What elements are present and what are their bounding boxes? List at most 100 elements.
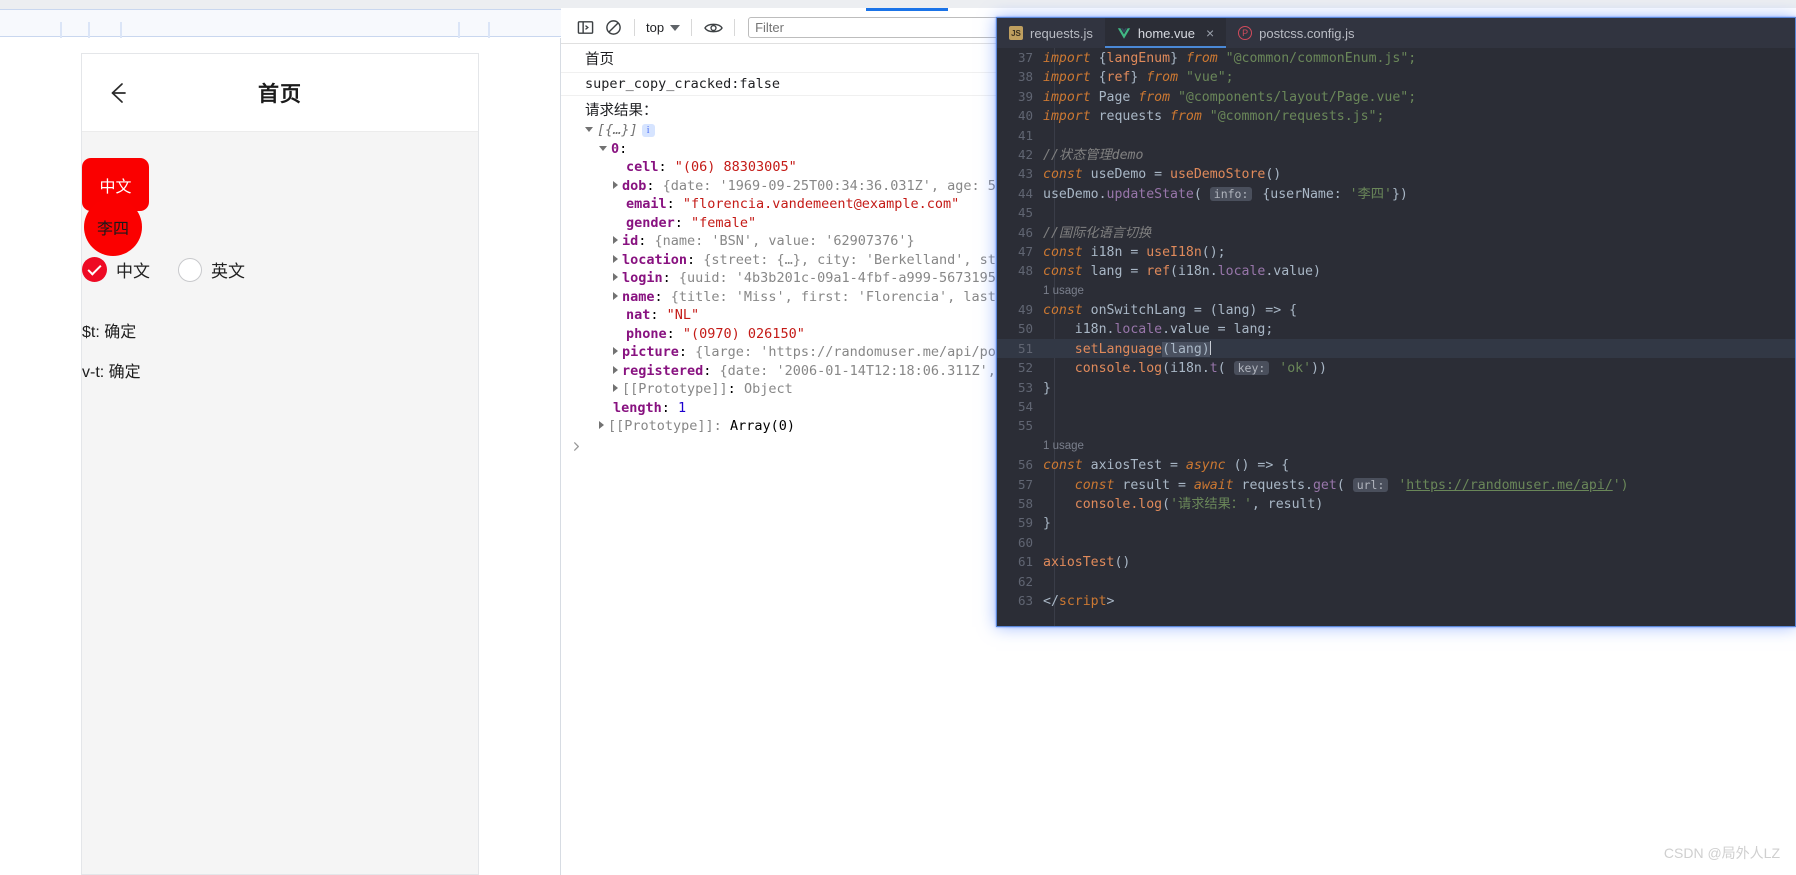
code-token: "@common/commonEnum.js"; [1225,51,1417,66]
line-number: 50 [1017,321,1033,337]
property-value: "(0970) 026150" [682,325,805,342]
triangle-collapsed-icon[interactable] [599,421,604,429]
property-value: {date: '2006-01-14T12:18:06.311Z', age [719,362,1029,379]
code-token: ref [1146,264,1171,280]
sidebar-toggle-icon[interactable] [571,14,599,42]
radio-option-english[interactable]: 英文 [178,257,245,282]
code-token: const [1043,303,1091,319]
screenshot-root: 首页 中文 李四 中文 英文 $t: 确定 v-t: 确定 top Filter… [0,0,1796,875]
arrow-left-icon[interactable] [104,79,132,107]
code-token: script [1058,593,1107,609]
array-index-label: 0 [611,140,620,157]
usage-hint[interactable]: 1 usage [1043,285,1084,297]
triangle-expanded-icon[interactable] [585,127,593,132]
code-token: result = [1122,477,1194,493]
code-line: 48 const lang = ref(i18n.locale.value) [997,261,1795,280]
root-prototype-key: [[Prototype]] [608,418,714,434]
text-caret [1209,340,1212,355]
context-selector[interactable]: top [642,20,684,35]
line-number: 57 [1017,476,1033,492]
code-token: "@common/requests.js"; [1209,109,1385,125]
translation-line-dollar-t: $t: 确定 [82,324,137,341]
devtools-active-tab-indicator [866,8,948,11]
property-value: "(06) 88303005" [674,159,797,175]
line-number: 53 [1017,379,1033,395]
triangle-collapsed-icon[interactable] [613,254,618,263]
code-line: 50 i18n.locale.value = lang; [997,319,1795,338]
line-number: 47 [1017,243,1033,259]
property-key: registered [622,362,704,379]
triangle-collapsed-icon[interactable] [613,347,618,355]
live-expression-icon[interactable] [699,14,727,42]
code-token: const [1043,244,1091,260]
line-number: 43 [1017,166,1033,182]
property-key: name [622,288,655,305]
triangle-expanded-icon[interactable] [599,145,607,151]
editor-tab-postcss-config-js[interactable]: Ppostcss.config.js [1226,18,1366,48]
triangle-collapsed-icon[interactable] [613,384,618,392]
code-token: axiosTest = [1090,458,1186,474]
js-file-icon: JS [1009,26,1023,40]
code-token: (lang) [1162,341,1210,357]
code-token: langEnum [1106,51,1171,66]
code-token: {userName: [1254,186,1350,202]
phone-content: 中文 李四 中文 英文 $t: 确定 v-t: 确定 [82,132,478,874]
code-token: .value = lang; [1162,322,1274,338]
triangle-collapsed-icon[interactable] [613,180,618,189]
code-token: ' [1390,477,1407,493]
editor-tab-requests-js[interactable]: JS requests.js [997,18,1105,48]
code-token: requests [1098,109,1171,125]
code-token: ') [1612,477,1629,493]
line-number: 41 [1017,127,1033,143]
page-title: 首页 [258,82,302,106]
property-value: "florencia.vandemeent@example.com" [682,196,960,212]
code-token: log [1138,361,1163,377]
line-number: 46 [1017,224,1033,240]
code-line: 58 console.log('请求结果：', result) [997,494,1795,513]
close-icon[interactable]: × [1206,26,1214,40]
editor-code-area[interactable]: 37 import {langEnum} from "@common/common… [997,48,1795,626]
code-token: ( [1162,496,1171,512]
code-token: { [1098,51,1107,66]
line-number: 52 [1017,360,1033,376]
code-token: i18n. [1043,322,1115,338]
radio-unchecked-icon [178,257,202,282]
code-token: const [1043,167,1091,183]
triangle-collapsed-icon[interactable] [613,273,618,281]
code-token: } [1130,70,1147,86]
radio-option-chinese[interactable]: 中文 [82,257,150,282]
property-key: gender [626,214,675,231]
triangle-collapsed-icon[interactable] [613,291,618,300]
code-token: import [1043,51,1099,66]
code-token: } [1170,51,1186,66]
clear-console-icon[interactable] [599,14,627,42]
editor-tab-label: postcss.config.js [1259,25,1355,41]
info-badge-icon[interactable]: i [641,124,655,137]
code-line: 41 [997,126,1795,145]
username-circle-badge[interactable]: 李四 [84,198,142,256]
property-key: id [622,233,639,249]
property-value: Object [743,381,793,397]
line-number: 60 [1017,534,1033,550]
code-line: 60 [997,533,1795,552]
line-number: 38 [1017,69,1033,85]
code-token: i18n = [1090,244,1147,260]
code-token: ref [1106,70,1131,86]
triangle-collapsed-icon[interactable] [613,236,618,244]
radio-label-english: 英文 [211,262,245,281]
code-token: updateState [1106,186,1194,202]
usage-hint[interactable]: 1 usage [1043,440,1084,452]
triangle-collapsed-icon[interactable] [613,365,618,374]
watermark: CSDN @局外人LZ [1663,845,1780,861]
code-line: 38 import {ref} from "vue"; [997,67,1795,86]
context-selector-value: top [646,20,665,35]
property-key: email [626,196,667,212]
code-token: () [1265,167,1282,183]
code-line: 55 [997,416,1795,435]
editor-tab-home-vue[interactable]: home.vue × [1104,18,1227,48]
code-line: 51 setLanguage(lang) [997,338,1795,359]
code-token: )) [1311,361,1327,377]
property-key: [[Prototype]] [622,381,728,397]
property-value: "female" [691,214,757,231]
